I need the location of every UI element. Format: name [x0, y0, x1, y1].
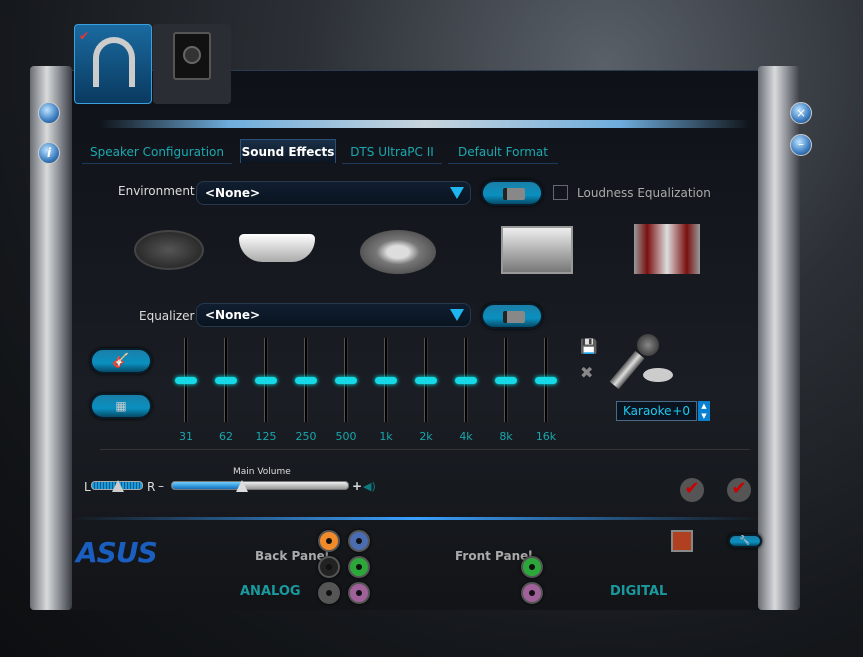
- loudness-checkbox[interactable]: [553, 185, 568, 200]
- balance-slider[interactable]: [91, 480, 143, 492]
- back-jack[interactable]: [348, 556, 370, 578]
- karaoke-up-button[interactable]: ▲: [698, 401, 710, 411]
- connector-settings-icon[interactable]: [671, 530, 693, 552]
- eq-freq-label: 31: [179, 430, 193, 443]
- back-jack[interactable]: [318, 556, 340, 578]
- speaker-icon: [173, 32, 211, 80]
- back-jack[interactable]: [348, 582, 370, 604]
- eq-thumb-250[interactable]: [295, 377, 317, 384]
- room-icon[interactable]: [497, 222, 577, 277]
- front-jack[interactable]: [521, 556, 543, 578]
- check-icon: ✔: [79, 29, 90, 43]
- eq-freq-label: 2k: [419, 430, 433, 443]
- environment-toggle[interactable]: [481, 180, 543, 206]
- guitar-preset-button[interactable]: 🎸: [90, 348, 152, 374]
- balance-left-label: L: [84, 480, 91, 494]
- graphic-eq-button[interactable]: ▦: [90, 393, 152, 419]
- eq-thumb-16k[interactable]: [535, 377, 557, 384]
- front-jack[interactable]: [521, 582, 543, 604]
- device-tab-headphones[interactable]: ✔: [74, 24, 152, 104]
- eq-thumb-2k[interactable]: [415, 377, 437, 384]
- bathtub-icon[interactable]: [235, 222, 315, 277]
- back-jack[interactable]: [318, 530, 340, 552]
- back-jack[interactable]: [348, 530, 370, 552]
- stone-floor-icon[interactable]: [128, 222, 208, 277]
- eq-thumb-125[interactable]: [255, 377, 277, 384]
- environment-dropdown[interactable]: <None>: [196, 181, 471, 205]
- equalizer-dropdown[interactable]: <None>: [196, 303, 471, 327]
- save-icon[interactable]: 💾: [580, 339, 597, 355]
- ok-check-icon[interactable]: ✔: [680, 478, 704, 502]
- minimize-icon[interactable]: –: [790, 134, 812, 156]
- karaoke-value: +0: [672, 404, 690, 418]
- front-panel-label: Front Panel: [455, 549, 533, 563]
- tab-default-format[interactable]: Default Format: [448, 140, 558, 164]
- header-glow: [100, 120, 750, 128]
- chevron-down-icon: [450, 187, 464, 199]
- volume-plus[interactable]: +: [352, 479, 362, 493]
- equalizer-label: Equalizer: [139, 309, 195, 323]
- info-icon[interactable]: i: [38, 142, 60, 164]
- volume-fill: [172, 482, 243, 489]
- back-jack[interactable]: [318, 582, 340, 604]
- environment-value: <None>: [205, 186, 261, 200]
- equalizer-graph-icon: ▦: [115, 399, 127, 413]
- eq-freq-label: 125: [255, 430, 277, 443]
- device-tab-speaker[interactable]: [153, 24, 231, 104]
- digital-label: DIGITAL: [610, 584, 668, 599]
- guitar-icon: 🎸: [112, 353, 130, 369]
- karaoke-field[interactable]: Karaoke +0: [616, 401, 697, 421]
- eq-freq-label: 4k: [459, 430, 473, 443]
- theater-icon[interactable]: [628, 222, 708, 277]
- apply-check-icon[interactable]: ✔: [727, 478, 751, 502]
- equalizer-value: <None>: [205, 308, 261, 322]
- loudness-label: Loudness Equalization: [577, 186, 711, 200]
- main-volume-title: Main Volume: [233, 467, 291, 477]
- eq-thumb-31[interactable]: [175, 377, 197, 384]
- close-icon[interactable]: ×: [790, 102, 812, 124]
- environment-label: Environment: [118, 184, 195, 198]
- wrench-icon[interactable]: 🔧: [728, 534, 762, 548]
- karaoke-down-button[interactable]: ▼: [698, 411, 710, 421]
- chevron-down-icon: [450, 309, 464, 321]
- back-panel-label: Back Panel: [255, 549, 329, 563]
- balance-thumb[interactable]: [112, 480, 124, 492]
- bottom-glow: [70, 517, 760, 520]
- tab-speaker-configuration[interactable]: Speaker Configuration: [82, 140, 232, 164]
- eq-thumb-4k[interactable]: [455, 377, 477, 384]
- eq-freq-label: 1k: [379, 430, 393, 443]
- eq-freq-label: 500: [335, 430, 357, 443]
- divider: [100, 449, 750, 450]
- analog-label: ANALOG: [240, 584, 301, 599]
- karaoke-microphone-icon: [609, 330, 675, 390]
- eq-freq-label: 250: [295, 430, 317, 443]
- tab-sound-effects[interactable]: Sound Effects: [240, 139, 336, 163]
- eq-thumb-8k[interactable]: [495, 377, 517, 384]
- eq-freq-label: 8k: [499, 430, 513, 443]
- eq-thumb-62[interactable]: [215, 377, 237, 384]
- eq-thumb-1k[interactable]: [375, 377, 397, 384]
- main-volume-slider[interactable]: [171, 480, 349, 492]
- asus-logo: ASUS: [76, 536, 158, 569]
- tab-dts-ultrapc[interactable]: DTS UltraPC II: [342, 140, 442, 164]
- stadium-icon[interactable]: [358, 222, 438, 277]
- eq-freq-label: 62: [219, 430, 233, 443]
- volume-thumb[interactable]: [236, 480, 249, 492]
- volume-minus[interactable]: –: [158, 479, 164, 493]
- speaker-volume-icon[interactable]: ◀): [363, 480, 376, 493]
- balance-right-label: R: [147, 480, 156, 494]
- equalizer-toggle[interactable]: [481, 303, 543, 329]
- settings-gear-icon[interactable]: [38, 102, 60, 124]
- headphones-icon: [93, 37, 135, 87]
- karaoke-label: Karaoke: [623, 404, 672, 418]
- delete-icon[interactable]: ✖: [580, 363, 593, 382]
- eq-freq-label: 16k: [535, 430, 557, 443]
- eq-thumb-500[interactable]: [335, 377, 357, 384]
